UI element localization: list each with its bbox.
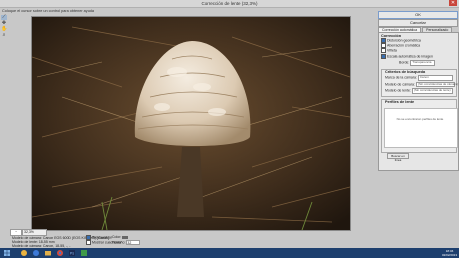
help-hint: Coloque el cursor sobre un control para … [2,9,95,13]
app-icon[interactable] [80,249,88,257]
camera-make-select[interactable]: Canon [417,75,453,81]
clock-date: 02/02/2013 [441,253,457,257]
tool-strip: ⟋ ✥ ✋ ⌕ [1,15,9,39]
grid-size: Tamaño: 32 [112,240,141,245]
section-title: Criterios de búsqueda [385,70,426,74]
photoshop-icon[interactable]: Ps [68,249,76,257]
zoom-icon[interactable]: ⌕ [1,33,7,38]
edge-row: Borde: Transparencia [381,60,436,66]
color-swatch[interactable] [122,235,129,239]
cancel-button[interactable]: Cancelar [378,19,458,27]
title-bar: Corrección de lente (32,3%) ✕ [0,0,459,8]
svg-text:Ps: Ps [70,252,74,256]
chrome-icon[interactable] [56,249,64,257]
section-title: Perfiles de lente [385,100,415,104]
media-icon[interactable] [32,249,40,257]
profiles-group: Perfiles de lente No se encontraron perf… [381,99,458,153]
profiles-empty-message: No se encontraron perfiles de lente [396,117,444,121]
criteria-group: Criterios de búsqueda Marca de la cámara… [381,69,459,97]
window-title: Corrección de lente (32,3%) [201,1,258,6]
profiles-list[interactable] [384,108,458,148]
image-preview[interactable] [31,16,351,231]
clock: 18:46 02/02/2013 [442,249,457,257]
folder-icon[interactable] [44,249,52,257]
size-input[interactable]: 32 [126,240,141,245]
lens-model-row: Modelo de lente: (Sin coincidencias de l… [382,88,456,94]
browser-icon[interactable] [20,249,28,257]
correction-panel: Corrección Distorsión geométrica Aberrac… [378,32,459,171]
camera-model-row: Modelo de cámara: (Sin coincidencias de … [385,81,459,87]
search-online-button[interactable]: Buscar en línea [387,153,409,162]
grid-color[interactable]: Color: [112,235,129,239]
autoscale-checkbox[interactable]: Escala automática de imagen [381,54,435,59]
mushroom-photo [32,17,350,230]
correction-section: Corrección Distorsión geométrica Aberrac… [381,34,436,66]
lens-model-select[interactable]: (Sin coincidencias de lente) [411,88,453,94]
close-icon[interactable]: ✕ [449,0,457,6]
vignette-checkbox[interactable]: Viñeta [381,48,435,53]
ok-button[interactable]: OK [378,11,458,19]
zoom-out-button[interactable]: − [10,229,22,236]
camera-make-row: Marca de la cámara: Canon [382,75,456,81]
zoom-select[interactable]: 32,3% [22,229,47,236]
taskbar: Ps 18:46 02/02/2013 [0,248,459,258]
edge-select[interactable]: Transparencia [410,60,436,66]
start-icon[interactable] [3,249,11,257]
camera-model-select[interactable]: (Sin coincidencias de cámara) [415,81,458,87]
